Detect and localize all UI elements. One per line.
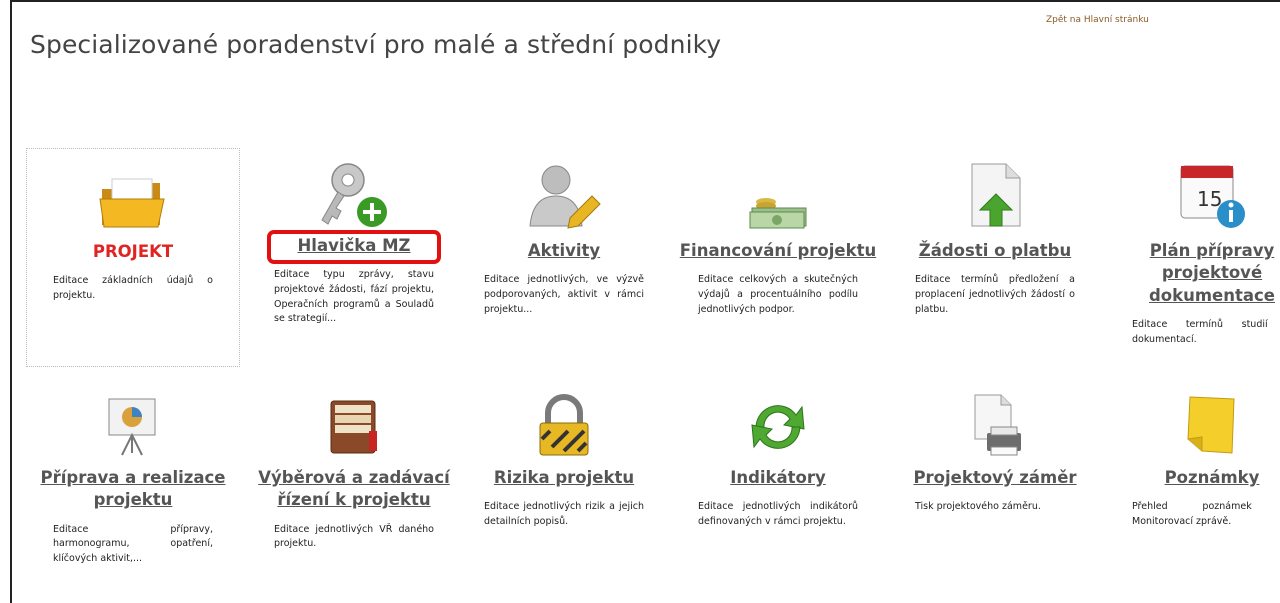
tile-description: Editace termínů studií a dokumentací. xyxy=(1132,318,1280,345)
tile-title[interactable]: Projektový záměr xyxy=(888,467,1102,489)
print-icon xyxy=(888,385,1102,457)
tile-financovani[interactable]: Financování projektu Editace celkových a… xyxy=(671,148,885,317)
tile-description: Editace jednotlivých indikátorů definova… xyxy=(698,501,858,527)
money-icon xyxy=(671,148,885,230)
tile-plan-pripravy[interactable]: 15 Plán přípravy projektové dokumentace … xyxy=(1105,148,1280,347)
presentation-icon xyxy=(26,385,240,457)
tile-priprava-a-realizace[interactable]: Příprava a realizace projektu Editace př… xyxy=(26,385,240,567)
tile-aktivity[interactable]: Aktivity Editace jednotlivých, ve výzvě … xyxy=(457,148,671,317)
tile-poznamky[interactable]: Poznámky Přehled poznámek k Monitorovací… xyxy=(1105,385,1280,530)
tile-title[interactable]: Hlavička MZ xyxy=(297,235,410,257)
tile-indikatory[interactable]: Indikátory Editace jednotlivých indikáto… xyxy=(671,385,885,530)
tile-description: Editace jednotlivých VŘ daného projektu. xyxy=(274,523,434,550)
tile-hlavicka-mz[interactable]: Hlavička MZ Editace typu zprávy, stavu p… xyxy=(247,148,461,327)
lock-icon xyxy=(457,385,671,457)
tile-description: Tisk projektového záměru. xyxy=(915,501,1041,513)
tile-vyberova-rizeni[interactable]: Výběrová a zadávací řízení k projektu Ed… xyxy=(247,385,461,552)
back-to-home-link[interactable]: Zpět na Hlavní stránku xyxy=(1046,15,1149,25)
tile-title[interactable]: Poznámky xyxy=(1105,467,1280,489)
tile-title[interactable]: Výběrová a zadávací řízení k projektu xyxy=(247,467,461,512)
tile-title[interactable]: Financování projektu xyxy=(671,240,885,262)
tile-rizika[interactable]: Rizika projektu Editace jednotlivých riz… xyxy=(457,385,671,530)
tile-title[interactable]: Indikátory xyxy=(671,467,885,489)
tile-projektovy-zamer[interactable]: Projektový záměr Tisk projektového záměr… xyxy=(888,385,1102,515)
tile-description: Editace základních údajů o projektu. xyxy=(53,275,213,301)
key-add-icon xyxy=(247,148,461,230)
tile-title[interactable]: PROJEKT xyxy=(27,241,239,263)
page-title: Specializované poradenství pro malé a st… xyxy=(30,30,722,59)
tile-description: Přehled poznámek k Monitorovací zprávě. xyxy=(1132,501,1280,527)
tile-description: Editace typu zprávy, stavu projektové žá… xyxy=(274,269,434,325)
tile-description: Editace přípravy, harmonogramu, opatření… xyxy=(53,523,213,564)
calendar-info-icon: 15 xyxy=(1105,148,1280,230)
tile-description: Editace celkových a skutečných výdajů a … xyxy=(698,274,858,315)
highlight-box: Hlavička MZ xyxy=(267,230,441,265)
tile-zadosti-o-platbu[interactable]: Žádosti o platbu Editace termínů předlož… xyxy=(888,148,1102,317)
tile-title[interactable]: Aktivity xyxy=(457,240,671,262)
tile-description: Editace jednotlivých rizik a jejich deta… xyxy=(484,501,644,527)
tile-projekt[interactable]: PROJEKT Editace základních údajů o proje… xyxy=(26,148,240,367)
folder-icon xyxy=(27,149,239,231)
tile-description: Editace termínů předložení a proplacení … xyxy=(915,274,1075,315)
document-upload-icon xyxy=(888,148,1102,230)
tile-title[interactable]: Příprava a realizace projektu xyxy=(26,467,240,512)
calendar-day-text: 15 xyxy=(1197,187,1222,211)
tile-title[interactable]: Žádosti o platbu xyxy=(888,240,1102,262)
file-box-icon xyxy=(247,385,461,457)
tile-title[interactable]: Plán přípravy projektové dokumentace xyxy=(1105,240,1280,307)
tile-description: Editace jednotlivých, ve výzvě podporova… xyxy=(484,274,644,315)
user-edit-icon xyxy=(457,148,671,230)
note-icon xyxy=(1105,385,1280,457)
refresh-icon xyxy=(671,385,885,457)
tile-title[interactable]: Rizika projektu xyxy=(457,467,671,489)
